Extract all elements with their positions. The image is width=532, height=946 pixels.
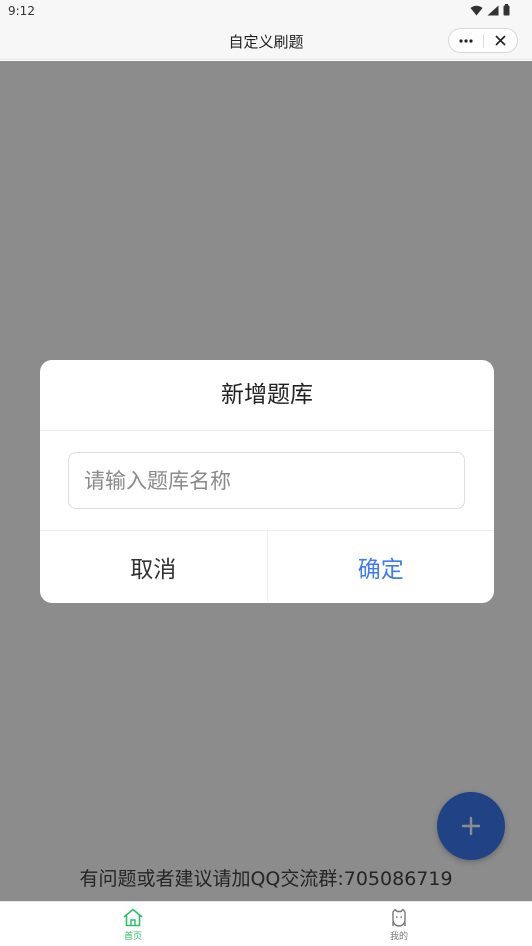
more-button[interactable]	[449, 29, 483, 52]
cancel-button[interactable]: 取消	[40, 531, 268, 602]
bank-name-input[interactable]	[68, 452, 465, 509]
more-icon	[459, 38, 473, 43]
status-icons	[470, 4, 510, 16]
capsule-menu	[448, 28, 518, 53]
signal-icon	[487, 5, 499, 15]
close-icon	[495, 35, 506, 46]
battery-icon	[503, 4, 510, 16]
close-button[interactable]	[484, 29, 518, 52]
dialog-body	[40, 431, 494, 531]
tab-home[interactable]: 首页	[0, 902, 266, 946]
wifi-icon	[470, 5, 483, 15]
status-time: 9:12	[8, 4, 35, 18]
add-bank-dialog: 新增题库 取消 确定	[40, 360, 494, 603]
screen: 9:12 自定义刷题 有问题或者建议请加QQ交流群:705086719 新增题库…	[0, 0, 532, 946]
tab-profile[interactable]: 我的	[266, 902, 532, 946]
tab-home-label: 首页	[123, 932, 142, 942]
tab-bar: 首页 我的	[0, 901, 532, 946]
status-bar: 9:12	[0, 0, 532, 22]
nav-bar: 自定义刷题	[0, 22, 532, 60]
profile-icon	[392, 908, 406, 927]
dialog-title: 新增题库	[40, 360, 494, 431]
tab-profile-label: 我的	[389, 932, 408, 942]
dialog-actions: 取消 确定	[40, 531, 494, 602]
confirm-button[interactable]: 确定	[268, 531, 495, 602]
home-icon	[123, 908, 143, 927]
